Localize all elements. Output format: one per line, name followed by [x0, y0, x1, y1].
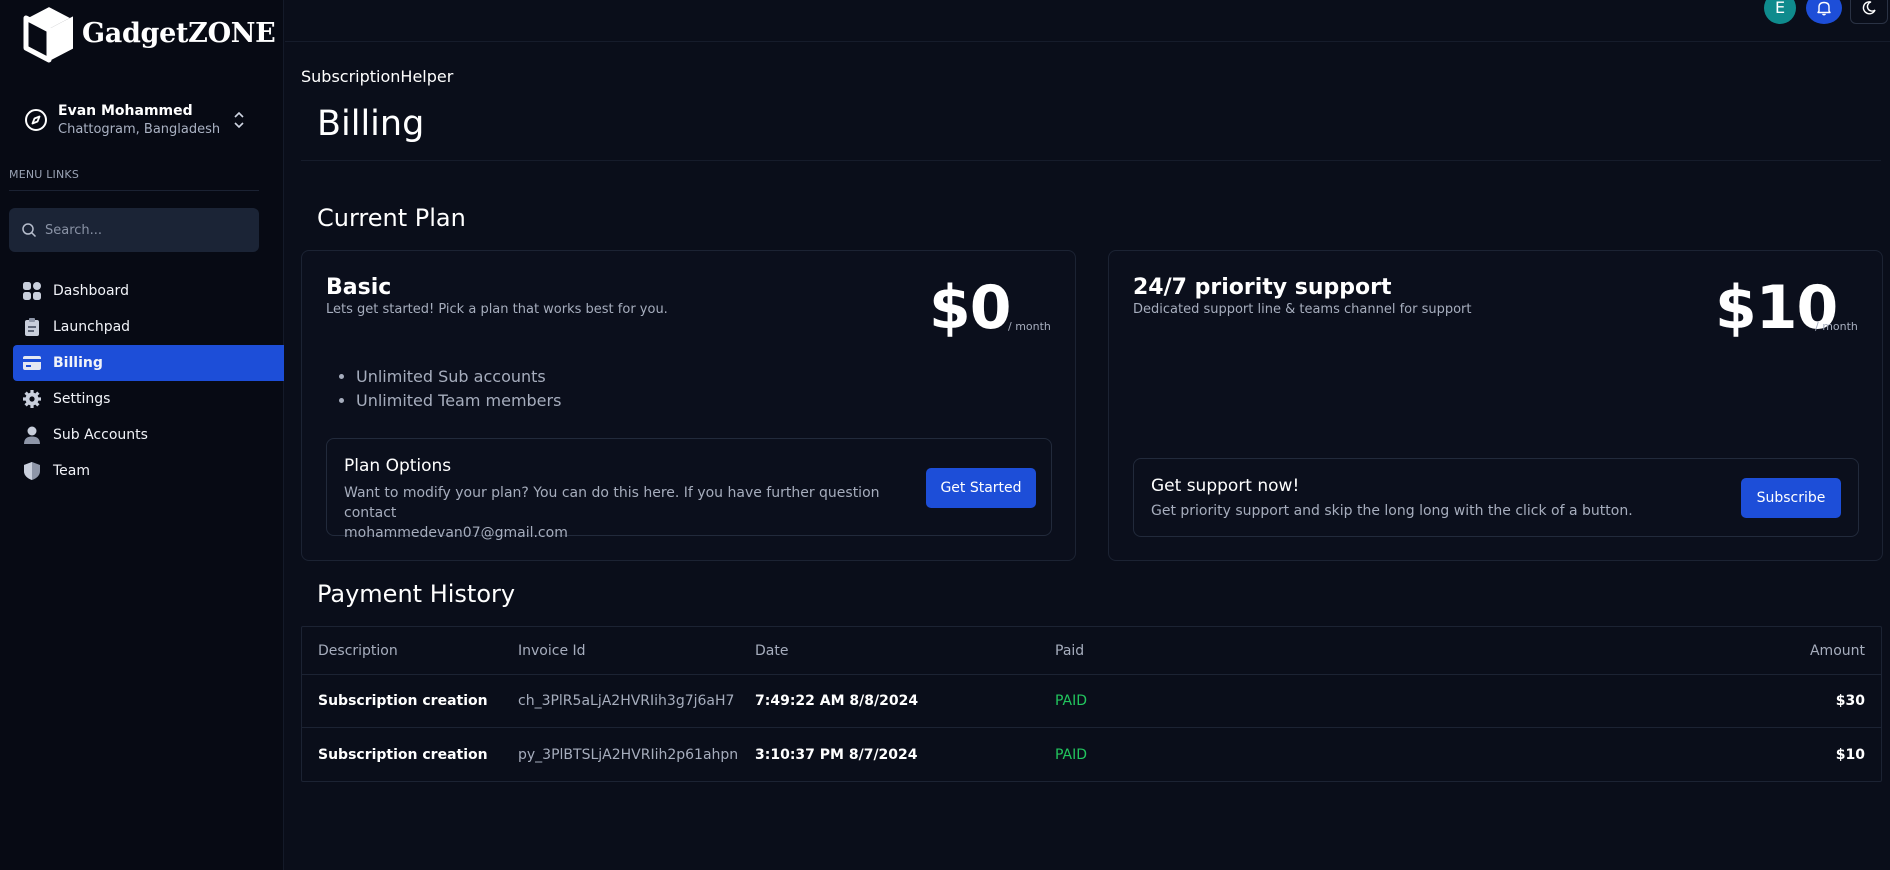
sidebar-item-dashboard[interactable]: Dashboard [13, 273, 284, 309]
plan-description: Lets get started! Pick a plan that works… [326, 302, 668, 317]
addon-description: Dedicated support line & teams channel f… [1133, 302, 1472, 317]
table-row[interactable]: Subscription creation ch_3PlR5aLjA2HVRIi… [302, 675, 1881, 728]
plan-name: Basic [326, 275, 392, 300]
addon-period: / month [1815, 320, 1858, 333]
sidebar-search[interactable] [9, 208, 259, 252]
sidebar-item-label: Launchpad [53, 319, 131, 335]
divider [9, 190, 259, 191]
account-switcher[interactable]: Evan Mohammed Chattogram, Bangladesh [24, 98, 246, 142]
feature-item: Unlimited Team members [343, 388, 561, 412]
cell-amount: $10 [1835, 746, 1865, 763]
cell-description: Subscription creation [318, 693, 488, 709]
sidebar-item-launchpad[interactable]: Launchpad [13, 309, 284, 345]
search-icon [22, 223, 37, 238]
plan-options-text: Want to modify your plan? You can do thi… [344, 485, 880, 521]
page-title: Billing [317, 104, 425, 144]
gear-icon [22, 389, 42, 409]
column-header[interactable]: Invoice Id [518, 643, 586, 659]
sidebar-item-label: Team [53, 463, 91, 479]
payment-history-heading: Payment History [317, 580, 516, 608]
sidebar: GadgetZONE Evan Mohammed Chattogram, Ban… [0, 0, 284, 870]
plan-features: Unlimited Sub accounts Unlimited Team me… [343, 364, 561, 412]
sidebar-item-settings[interactable]: Settings [13, 381, 284, 417]
sidebar-item-label: Dashboard [53, 283, 129, 299]
chevron-up-down-icon [234, 111, 244, 129]
sidebar-item-label: Billing [53, 355, 103, 371]
bell-icon [1817, 1, 1831, 16]
current-plan-heading: Current Plan [317, 204, 466, 232]
sidebar-item-label: Sub Accounts [53, 427, 148, 443]
column-header[interactable]: Paid [1055, 643, 1084, 659]
menu-caption: MENU LINKS [9, 168, 80, 181]
moon-icon [1862, 1, 1876, 15]
addon-card: 24/7 priority support Dedicated support … [1108, 250, 1883, 561]
cell-amount: $30 [1835, 693, 1865, 709]
addon-name: 24/7 priority support [1133, 275, 1392, 300]
support-cta-panel: Get support now! Get priority support an… [1133, 458, 1859, 537]
cell-invoice-id: py_3PlBTSLjA2HVRIih2p61ahpn [518, 746, 739, 763]
sidebar-item-billing[interactable]: Billing [13, 345, 284, 381]
cell-date: 7:49:22 AM 8/8/2024 [755, 693, 919, 709]
clipboard-icon [22, 317, 42, 337]
payment-history-table: Description Invoice Id Date Paid Amount … [301, 626, 1882, 782]
plan-period: / month [1008, 320, 1051, 333]
column-header[interactable]: Date [755, 643, 788, 659]
profile-location: Chattogram, Bangladesh [58, 122, 221, 137]
cell-paid-status: PAID [1055, 746, 1088, 763]
plan-options-title: Plan Options [344, 456, 452, 476]
cell-invoice-id: ch_3PlR5aLjA2HVRIih3g7j6aH7 [518, 693, 735, 709]
plan-card: Basic Lets get started! Pick a plan that… [301, 250, 1076, 561]
person-icon [22, 425, 42, 445]
cell-description: Subscription creation [318, 746, 488, 763]
brand-logo[interactable]: GadgetZONE [18, 2, 276, 64]
sidebar-item-team[interactable]: Team [13, 453, 284, 489]
cell-paid-status: PAID [1055, 693, 1088, 709]
top-bar [285, 0, 1890, 42]
sidebar-nav: Dashboard Launchpad Billing Settings Sub… [13, 273, 284, 489]
subscribe-button[interactable]: Subscribe [1741, 478, 1841, 518]
feature-item: Unlimited Sub accounts [343, 364, 561, 388]
column-header[interactable]: Description [318, 643, 398, 659]
profile-name: Evan Mohammed [58, 103, 193, 119]
contact-email: mohammedevan07@gmail.com [344, 525, 568, 541]
column-header[interactable]: Amount [1810, 643, 1865, 659]
compass-icon [25, 109, 47, 131]
dashboard-icon [22, 281, 42, 301]
table-row[interactable]: Subscription creation py_3PlBTSLjA2HVRIi… [302, 728, 1881, 781]
theme-toggle-button[interactable] [1850, 0, 1888, 24]
cell-date: 3:10:37 PM 8/7/2024 [755, 746, 918, 763]
search-input[interactable] [45, 222, 245, 238]
support-cta-description: Get priority support and skip the long l… [1151, 503, 1633, 519]
brand-name: GadgetZONE [82, 17, 276, 49]
plan-options-panel: Plan Options Want to modify your plan? Y… [326, 438, 1052, 541]
divider [301, 160, 1881, 161]
plan-options-description: Want to modify your plan? You can do thi… [344, 483, 904, 543]
shield-icon [22, 461, 42, 481]
sidebar-item-sub-accounts[interactable]: Sub Accounts [13, 417, 284, 453]
credit-card-icon [22, 353, 42, 373]
cube-logo-icon [23, 4, 75, 63]
support-cta-title: Get support now! [1151, 476, 1300, 496]
sidebar-item-label: Settings [53, 391, 111, 407]
breadcrumb[interactable]: SubscriptionHelper [301, 67, 453, 86]
plan-price: $0 [929, 273, 1011, 343]
table-header: Description Invoice Id Date Paid Amount [302, 627, 1881, 675]
get-started-button[interactable]: Get Started [926, 468, 1036, 508]
